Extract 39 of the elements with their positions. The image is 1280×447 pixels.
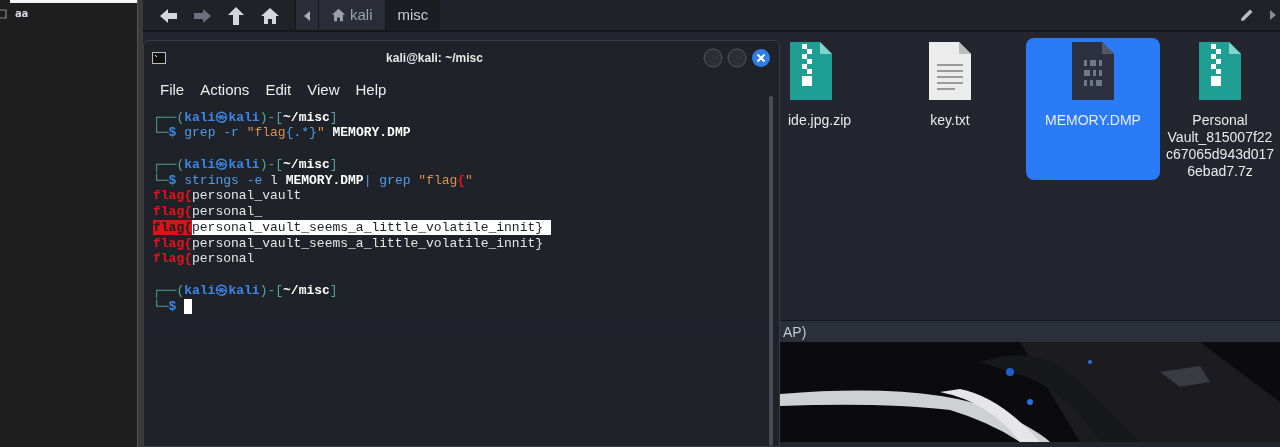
terminal-line: └─$ <box>153 298 177 315</box>
scroll-right-icon[interactable] <box>1270 10 1276 20</box>
home-icon <box>260 5 280 26</box>
terminal-line: flag{personal_vault <box>153 188 302 204</box>
text-file-icon <box>927 42 973 102</box>
terminal-line: └─$ strings -e l MEMORY.DMP| grep "flag{" <box>153 172 473 189</box>
arrow-up-icon <box>226 5 246 26</box>
binary-file-icon <box>1070 42 1116 102</box>
terminal-line: flag{personal <box>153 251 255 267</box>
menu-item[interactable]: View <box>307 79 340 102</box>
window-title: kali@kali: ~/misc <box>386 50 483 67</box>
document-tile[interactable]: ide.jpg.zip <box>782 38 880 180</box>
terminal-line: └─$ grep -r "flag{.*}" MEMORY.DMP <box>153 125 411 141</box>
terminal-line: flag{personal_vault_seems_a_little_volatile_innit} <box>153 219 551 236</box>
scroll-left-button[interactable] <box>295 0 318 30</box>
status-text: AP) <box>783 324 807 340</box>
caret-left-icon <box>304 10 310 21</box>
terminal-line: flag{personal_vault_seems_a_little_volatile_innit} <box>153 235 544 252</box>
close-button[interactable] <box>751 48 771 68</box>
breadcrumb-button[interactable]: kali <box>318 0 385 30</box>
terminal-icon <box>152 52 166 64</box>
scrollbar[interactable] <box>769 96 773 446</box>
file-name[interactable]: aa <box>15 7 29 20</box>
breadcrumb-button[interactable]: misc <box>384 0 441 30</box>
document-tile[interactable]: Personal Vault_815007f22 c67065d943d017 6ebad7.7z <box>1160 38 1280 180</box>
edit-icon[interactable] <box>1240 8 1254 22</box>
terminal-line: ┌──(kali㉿kali)-[~/misc] <box>153 282 338 299</box>
home-icon <box>331 8 346 22</box>
archive-icon <box>1197 42 1243 102</box>
menu-item[interactable]: File <box>160 79 185 102</box>
menu-item[interactable]: Edit <box>265 79 292 102</box>
menu-item[interactable]: Actions <box>200 79 250 102</box>
archive-icon <box>788 42 834 102</box>
menu-item[interactable]: Help <box>355 79 387 102</box>
document-tile[interactable]: key.txt <box>880 38 1020 180</box>
terminal-line: flag{personal_ <box>153 204 263 220</box>
terminal-line: ┌──(kali㉿kali)-[~/misc] <box>153 156 338 173</box>
file-icon <box>0 8 7 19</box>
terminal-line: ┌──(kali㉿kali)-[~/misc] <box>153 109 338 126</box>
